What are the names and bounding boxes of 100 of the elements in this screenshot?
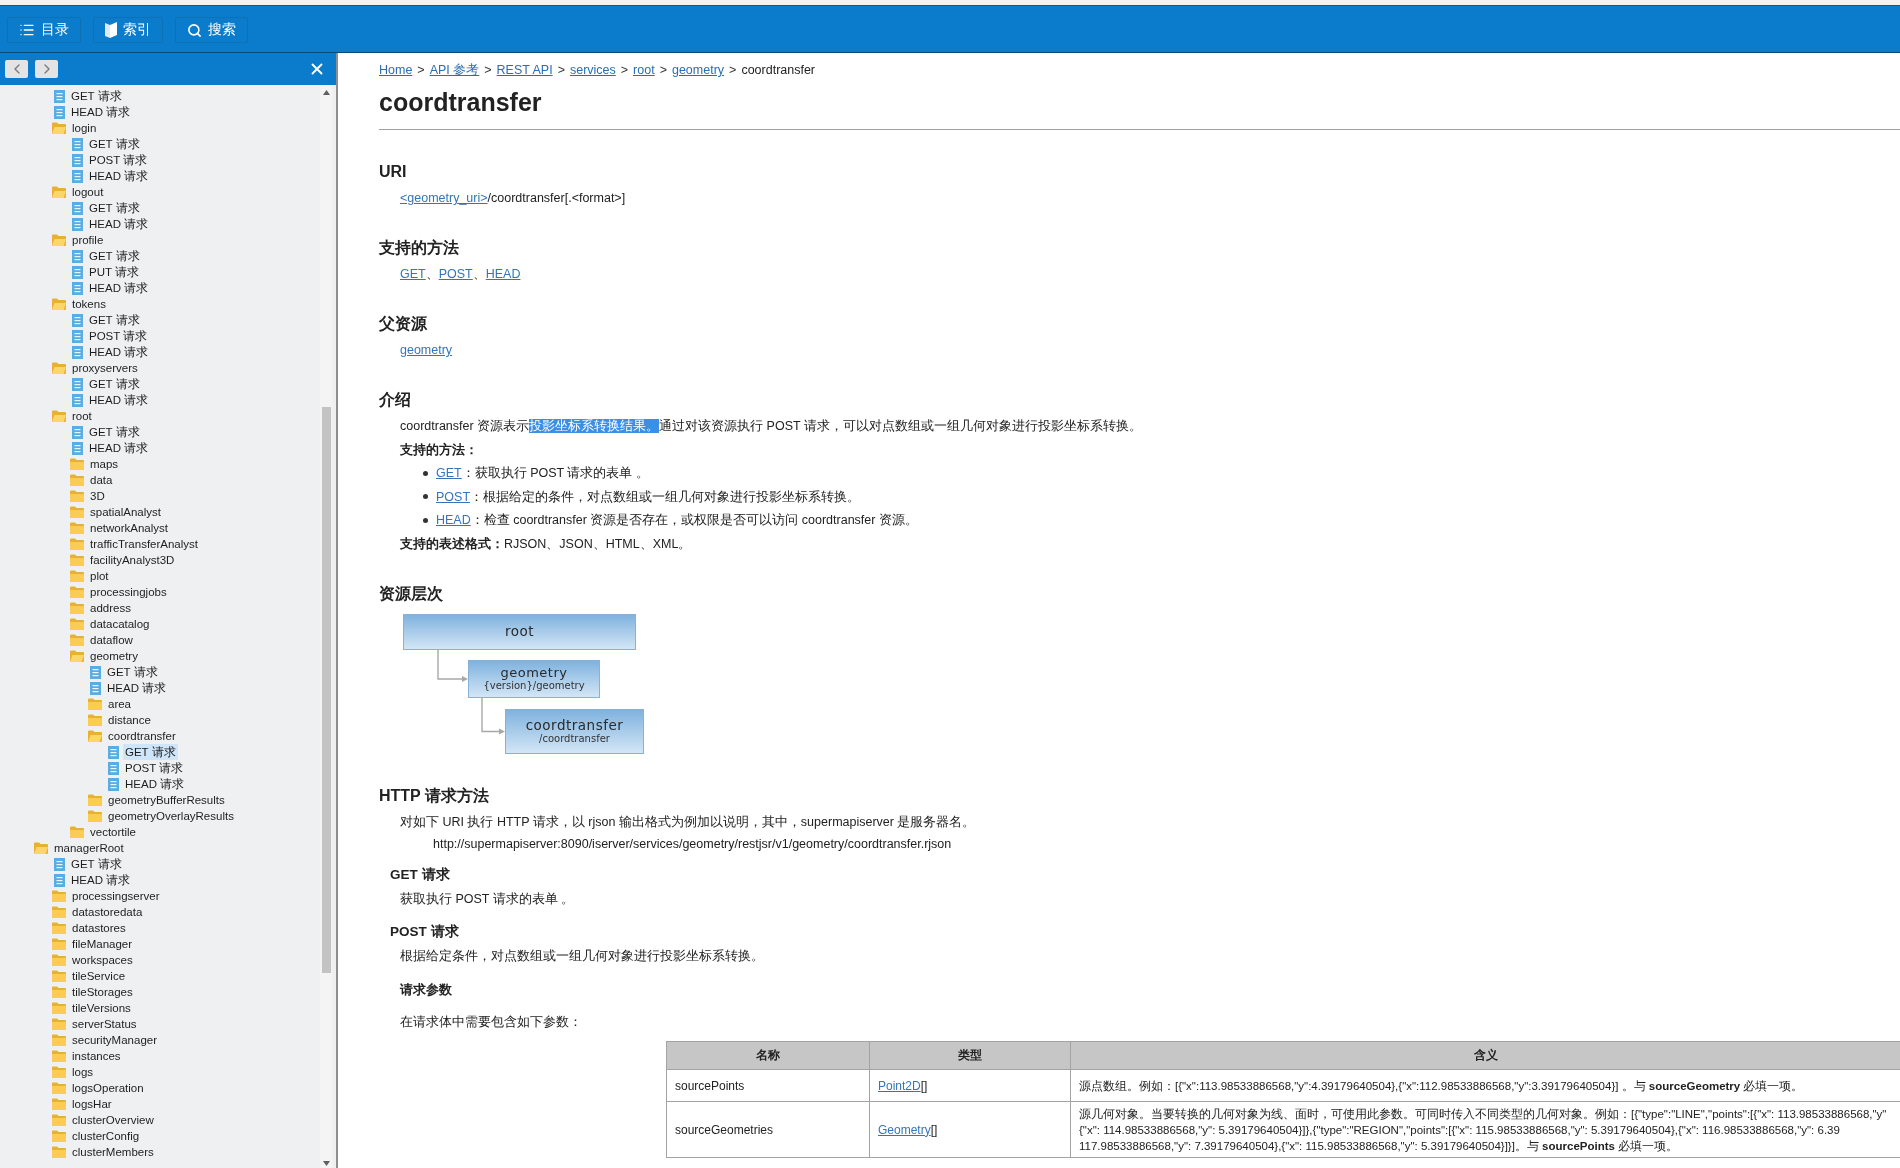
tree-item[interactable]: HEAD 请求 (87, 280, 151, 296)
method-link[interactable]: POST (438, 265, 473, 283)
tree-item[interactable]: vectortile (88, 824, 139, 840)
tree-item[interactable]: tileService (70, 968, 128, 984)
tree-item[interactable]: fileManager (70, 936, 135, 952)
tree-item[interactable]: GET 请求 (87, 424, 142, 440)
tree-item[interactable]: plot (88, 568, 111, 584)
tree-item[interactable]: geometry (88, 648, 140, 664)
tree-item[interactable]: logout (70, 184, 106, 200)
contents-button[interactable]: 目录 (7, 17, 81, 43)
breadcrumb-link[interactable]: geometry (671, 62, 725, 78)
breadcrumb-link[interactable]: API 参考 (429, 62, 480, 78)
tree-item[interactable]: dataflow (88, 632, 135, 648)
tree-item[interactable]: securityManager (70, 1032, 159, 1048)
search-button[interactable]: 搜索 (175, 17, 248, 43)
tree-item[interactable]: HEAD 请求 (87, 168, 151, 184)
index-button[interactable]: 索引 (93, 17, 163, 43)
tree-item[interactable]: workspaces (70, 952, 135, 968)
tree-item[interactable]: coordtransfer (106, 728, 178, 744)
tree-item[interactable]: logsOperation (70, 1080, 146, 1096)
tree-item[interactable]: managerRoot (52, 840, 126, 856)
uri-link[interactable]: <geometry_uri> (400, 189, 488, 207)
tree-item[interactable]: HEAD 请求 (87, 216, 151, 232)
tree-item[interactable]: GET 请求 (87, 136, 142, 152)
scroll-down-icon[interactable] (322, 1161, 330, 1166)
tree-item[interactable]: tokens (70, 296, 108, 312)
tree-item[interactable]: maps (88, 456, 121, 472)
breadcrumb-link[interactable]: Home (379, 62, 413, 78)
tree-item[interactable]: clusterMembers (70, 1144, 156, 1160)
tree-item[interactable]: proxyservers (70, 360, 140, 376)
tree-item[interactable]: POST 请求 (87, 152, 150, 168)
tree-item[interactable]: HEAD 请求 (105, 680, 169, 696)
tree-item[interactable]: logsHar (70, 1096, 114, 1112)
tree-item[interactable]: geometryBufferResults (106, 792, 227, 808)
tree-item[interactable]: HEAD 请求 (87, 440, 151, 456)
tree-item[interactable]: area (106, 696, 134, 712)
tree-item[interactable]: datacatalog (88, 616, 152, 632)
tree-item[interactable]: geometryOverlayResults (106, 808, 236, 824)
tree-item[interactable]: tileStorages (70, 984, 135, 1000)
tree-item[interactable]: HEAD 请求 (69, 872, 133, 888)
tree-item[interactable]: root (70, 408, 94, 424)
scrollbar[interactable] (320, 85, 332, 1168)
method-link[interactable]: HEAD (436, 511, 471, 529)
method-link[interactable]: GET (400, 265, 426, 283)
tree-item[interactable]: POST 请求 (87, 328, 150, 344)
tree-item[interactable]: HEAD 请求 (87, 344, 151, 360)
tree-item[interactable]: profile (70, 232, 106, 248)
tree-item[interactable]: GET 请求 (87, 200, 142, 216)
column-header: 类型 (869, 1041, 1071, 1070)
node-title: root (504, 624, 535, 639)
tree-item[interactable]: data (88, 472, 115, 488)
tree-item[interactable]: GET 请求 (105, 664, 160, 680)
bullet-icon (423, 470, 428, 476)
tree-item[interactable]: processingserver (70, 888, 162, 904)
tree-item[interactable]: tileVersions (70, 1000, 133, 1016)
type-link[interactable]: Point2D (878, 1078, 921, 1093)
tree-item[interactable]: GET 请求 (87, 312, 142, 328)
scroll-up-icon[interactable] (322, 90, 330, 95)
tree-item[interactable]: clusterOverview (70, 1112, 156, 1128)
tree-item[interactable]: distance (106, 712, 153, 728)
tree-item[interactable]: instances (70, 1048, 123, 1064)
breadcrumb-link[interactable]: root (633, 62, 655, 78)
forward-button[interactable] (35, 60, 58, 78)
type-link[interactable]: Geometry (878, 1122, 931, 1137)
tree-item[interactable]: facilityAnalyst3D (88, 552, 177, 568)
tree-item[interactable]: POST 请求 (123, 760, 186, 776)
tree-item[interactable]: clusterConfig (70, 1128, 142, 1144)
tree-item[interactable]: datastores (70, 920, 128, 936)
back-button[interactable] (5, 60, 28, 78)
parent-link[interactable]: geometry (400, 341, 453, 359)
document-icon (72, 377, 83, 391)
tree-item[interactable]: PUT 请求 (87, 264, 141, 280)
method-link[interactable]: HEAD (485, 265, 521, 283)
method-link[interactable]: POST (436, 487, 471, 506)
method-link[interactable]: GET (436, 464, 462, 482)
tree-item[interactable]: datastoredata (70, 904, 145, 920)
tree-item[interactable]: HEAD 请求 (69, 104, 133, 120)
document-icon (54, 105, 65, 119)
tree-item[interactable]: trafficTransferAnalyst (88, 536, 200, 552)
tree-item[interactable]: GET 请求 (123, 744, 178, 760)
tree-item[interactable]: address (88, 600, 133, 616)
document-icon (108, 761, 119, 775)
tree-item[interactable]: GET 请求 (69, 88, 124, 104)
document-icon (72, 137, 83, 151)
breadcrumb-link[interactable]: REST API (496, 62, 553, 78)
tree-item[interactable]: GET 请求 (87, 248, 142, 264)
tree-item[interactable]: GET 请求 (87, 376, 142, 392)
tree-item[interactable]: processingjobs (88, 584, 169, 600)
scrollbar-thumb[interactable] (321, 407, 331, 973)
tree-item[interactable]: logs (70, 1064, 96, 1080)
tree-item[interactable]: spatialAnalyst (88, 504, 163, 520)
tree-item[interactable]: HEAD 请求 (123, 776, 187, 792)
tree-item[interactable]: HEAD 请求 (87, 392, 151, 408)
tree-item[interactable]: GET 请求 (69, 856, 124, 872)
tree-item[interactable]: networkAnalyst (88, 520, 170, 536)
breadcrumb-link[interactable]: services (569, 62, 616, 78)
tree-item[interactable]: serverStatus (70, 1016, 139, 1032)
request-url: http://supermapiserver:8090/iserver/services/geometry/restjsr/v1/geometry/coordtransfer.rjson (433, 835, 953, 853)
tree-item[interactable]: login (70, 120, 99, 136)
tree-item[interactable]: 3D (88, 488, 107, 504)
